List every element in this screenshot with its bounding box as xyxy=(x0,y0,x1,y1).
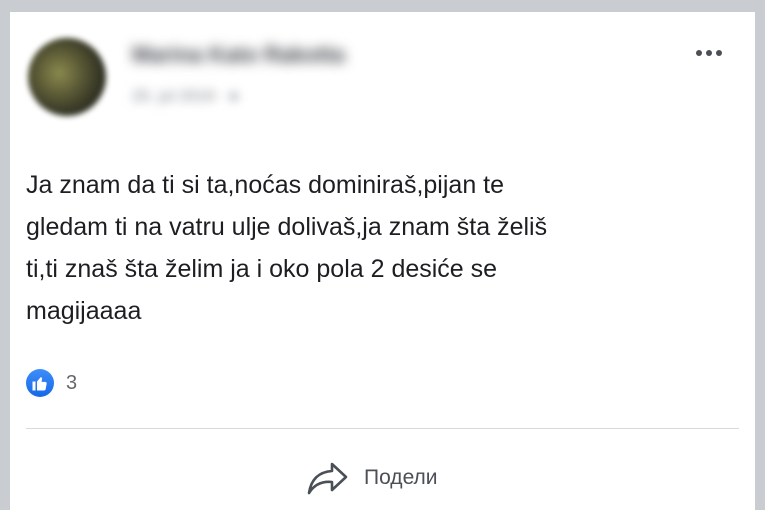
author-name[interactable]: Marina Kato Rakotta xyxy=(132,42,452,68)
share-arrow-icon xyxy=(307,462,348,495)
post-text-line: magijaaaa xyxy=(26,297,142,325)
reactions-summary[interactable]: 3 xyxy=(26,366,77,400)
post-text-line: Ja znam da ti si ta,noćas dominiraš,pija… xyxy=(26,171,505,199)
share-label: Подели xyxy=(364,466,438,489)
more-options-button[interactable] xyxy=(689,38,729,68)
post-text: Ja znam da ti si ta,noćas dominiraš,pija… xyxy=(26,164,741,332)
reaction-count: 3 xyxy=(66,371,78,394)
post-card: Marina Kato Rakotta 20. jul 2019 · ● Ja … xyxy=(10,12,755,510)
divider xyxy=(26,428,739,429)
more-options-icon xyxy=(696,50,702,56)
post-timestamp[interactable]: 20. jul 2019 · ● xyxy=(132,88,332,108)
more-options-dot xyxy=(716,50,722,56)
like-icon xyxy=(26,369,54,397)
share-button[interactable]: Подели xyxy=(306,460,438,496)
author-avatar[interactable] xyxy=(28,38,106,116)
more-options-dot xyxy=(706,50,712,56)
post-text-line: gledam ti na vatru ulje dolivaš,ja znam … xyxy=(26,213,548,241)
post-text-line: ti,ti znaš šta želim ja i oko pola 2 des… xyxy=(26,255,498,283)
top-background-strip xyxy=(0,0,765,12)
